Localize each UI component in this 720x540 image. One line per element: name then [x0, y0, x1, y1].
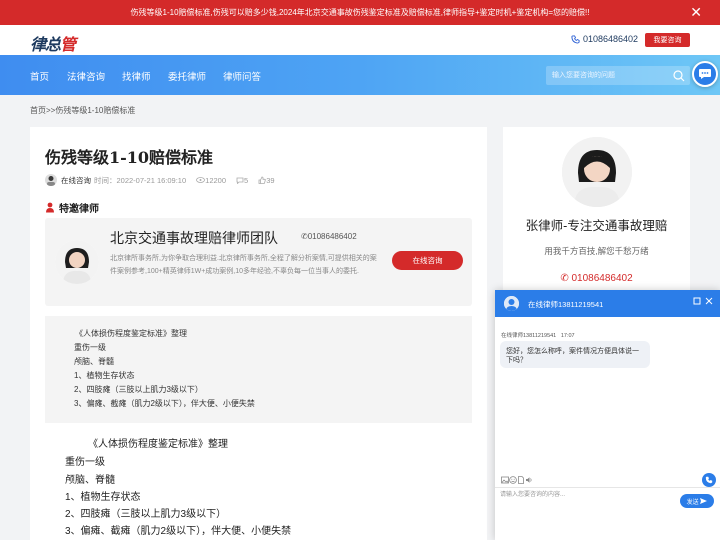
quote-line: 2、四肢瘫（三肢以上肌力3级以下）: [74, 385, 203, 394]
time-label: 时间：: [94, 175, 117, 185]
breadcrumb-separator: >>: [46, 106, 56, 115]
invited-lawyer-heading: 特邀律师: [45, 200, 99, 215]
chat-header: 在线律师13811219541: [495, 290, 720, 317]
chat-widget: 在线律师13811219541 在线律师13811219541 17:07 您好…: [495, 290, 720, 540]
lawyer-slogan: 用我千方百技,解您千愁万绪: [544, 246, 649, 256]
chat-message-input[interactable]: [500, 489, 680, 515]
body-paragraph: 2、四肢瘫（三肢以上肌力3级以下）: [65, 509, 227, 520]
quote-line: 《人体损伤程度鉴定标准》整理: [75, 329, 187, 338]
comments-stat[interactable]: 5: [236, 176, 248, 185]
views-stat: 12200: [196, 176, 226, 185]
banner-text[interactable]: 伤残等级1-10赔偿标准,伤残可以赔多少钱,2024年北京交通事故伤残鉴定标准及…: [131, 7, 590, 18]
nav-item-find-lawyer[interactable]: 找律师: [122, 69, 151, 83]
message-sender: 在线律师13811219541: [501, 333, 557, 339]
logo-accent: 管: [60, 37, 76, 54]
chat-title: 在线律师13811219541: [528, 300, 604, 309]
law-firm-description: 北京律所事务所,为你争取合理利益.北京律所事务所,全程了解分析案情,可提供相关的…: [110, 255, 377, 275]
nav-item-hire-lawyer[interactable]: 委托律师: [168, 69, 206, 83]
nav-item-lawyer-qa[interactable]: 律师问答: [223, 69, 261, 83]
search-box: [546, 66, 690, 85]
lawyer-avatar[interactable]: [562, 137, 632, 207]
online-consult-label: 在线咨询: [412, 256, 443, 265]
send-button[interactable]: 发送: [680, 494, 714, 508]
logo-text: 律总: [30, 37, 61, 54]
close-icon[interactable]: ✕: [690, 4, 702, 20]
send-button-label: 发送: [686, 499, 699, 506]
phone-icon: [571, 34, 580, 44]
author-avatar: [45, 174, 57, 186]
quote-block: 《人体损伤程度鉴定标准》整理 重伤一级 颅脑、脊髓 1、植物生存状态 2、四肢瘫…: [45, 316, 472, 423]
search-input[interactable]: [552, 68, 667, 83]
likes-stat[interactable]: 39: [258, 175, 275, 185]
image-icon[interactable]: [501, 476, 509, 484]
header-phone: 01086486402: [571, 34, 638, 44]
quote-line: 1、植物生存状态: [74, 371, 135, 380]
breadcrumb-home[interactable]: 首页: [30, 106, 46, 115]
top-promo-banner[interactable]: 伤残等级1-10赔偿标准,伤残可以赔多少钱,2024年北京交通事故伤残鉴定标准及…: [0, 0, 720, 25]
chat-toolbar: [501, 475, 533, 485]
publish-time: 2022-07-21 16:09:10: [116, 175, 187, 185]
body-paragraph: 3、偏瘫、截瘫（肌力2级以下），伴大便、小便失禁: [65, 526, 292, 537]
site-logo[interactable]: 律总管: [30, 31, 76, 55]
maximize-icon[interactable]: [693, 297, 701, 305]
lawyer-team-avatar: [55, 240, 99, 284]
body-paragraph: 《人体损伤程度鉴定标准》整理: [88, 439, 228, 450]
article-title: 伤残等级1-10赔偿标准: [45, 148, 214, 167]
consult-button-label: 我要咨询: [653, 37, 682, 44]
law-firm-name[interactable]: 北京交通事故理赔律师团队: [110, 228, 278, 248]
lawyer-phone-number: 01086486402: [571, 273, 633, 284]
nav-item-home[interactable]: 首页: [30, 69, 49, 83]
lawyer-profile-sidebar: 张律师-专注交通事故理赔 用我千方百技,解您千愁万绪 ✆ 01086486402: [503, 127, 690, 295]
quote-line: 3、偏瘫、截瘫（肌力2级以下），伴大便、小便失禁: [74, 399, 255, 408]
invited-lawyer-label: 特邀律师: [59, 204, 99, 215]
eye-icon: [196, 177, 206, 183]
breadcrumb: 首页>>伤残等级1-10赔偿标准: [30, 105, 135, 116]
comments-count: 5: [244, 175, 249, 185]
header-phone-number: 01086486402: [583, 34, 639, 44]
site-header: 律总管 01086486402 我要咨询: [0, 25, 720, 55]
lawyer-name: 张律师-专注交通事故理赔: [525, 219, 668, 233]
article-card: 伤残等级1-10赔偿标准 在线咨询 时间： 2022-07-21 16:09:1…: [30, 127, 487, 540]
nav-item-legal-consult[interactable]: 法律咨询: [67, 69, 105, 83]
likes-count: 39: [266, 175, 275, 185]
small-phone-icon: ✆: [301, 232, 308, 241]
quote-line: 重伤一级: [74, 343, 106, 352]
chat-close-icon[interactable]: [705, 297, 713, 305]
consult-button[interactable]: 我要咨询: [645, 33, 690, 47]
body-paragraph: 颅脑、脊髓: [65, 475, 115, 486]
online-consult-button[interactable]: 在线咨询: [392, 251, 463, 270]
body-paragraph: 重伤一级: [65, 457, 105, 468]
lawyer-team-card: 北京交通事故理赔律师团队 ✆01086486402 北京律所事务所,为你争取合理…: [45, 218, 472, 306]
search-icon[interactable]: [672, 69, 686, 82]
send-icon: [700, 498, 708, 504]
article-meta: 在线咨询 时间： 2022-07-21 16:09:10 12200 5 39: [45, 173, 275, 187]
call-icon: [705, 476, 713, 484]
body-paragraph: 1、植物生存状态: [65, 492, 141, 503]
chat-divider: [495, 487, 720, 488]
lawyer-phone[interactable]: ✆ 01086486402: [503, 273, 690, 284]
chat-agent-avatar: [504, 296, 519, 311]
emoji-icon[interactable]: [509, 476, 517, 484]
message-time: 17:07: [560, 333, 575, 339]
chat-bubble-icon: [699, 69, 711, 79]
message-meta: 在线律师13811219541 17:07: [501, 331, 575, 339]
breadcrumb-current[interactable]: 伤残等级1-10赔偿标准: [55, 106, 135, 115]
thumbs-up-icon: [258, 176, 266, 184]
law-firm-phone-number: 01086486402: [307, 232, 357, 241]
floating-chat-button[interactable]: [692, 61, 718, 87]
red-phone-icon: ✆: [560, 273, 569, 284]
chat-call-button[interactable]: [702, 473, 716, 487]
sound-icon[interactable]: [525, 476, 533, 484]
author-name[interactable]: 在线咨询: [61, 175, 91, 186]
chat-message-bubble: 您好，您怎么称呼，案件情况方便具体说一下吗？: [500, 341, 650, 368]
views-count: 12200: [205, 175, 227, 185]
quote-line: 颅脑、脊髓: [74, 357, 114, 366]
main-nav: 首页 法律咨询 找律师 委托律师 律师问答: [0, 55, 720, 95]
lawyer-person-icon: [46, 202, 54, 213]
comment-icon: [236, 177, 244, 184]
file-icon[interactable]: [517, 476, 525, 484]
law-firm-phone: ✆01086486402: [301, 232, 357, 241]
